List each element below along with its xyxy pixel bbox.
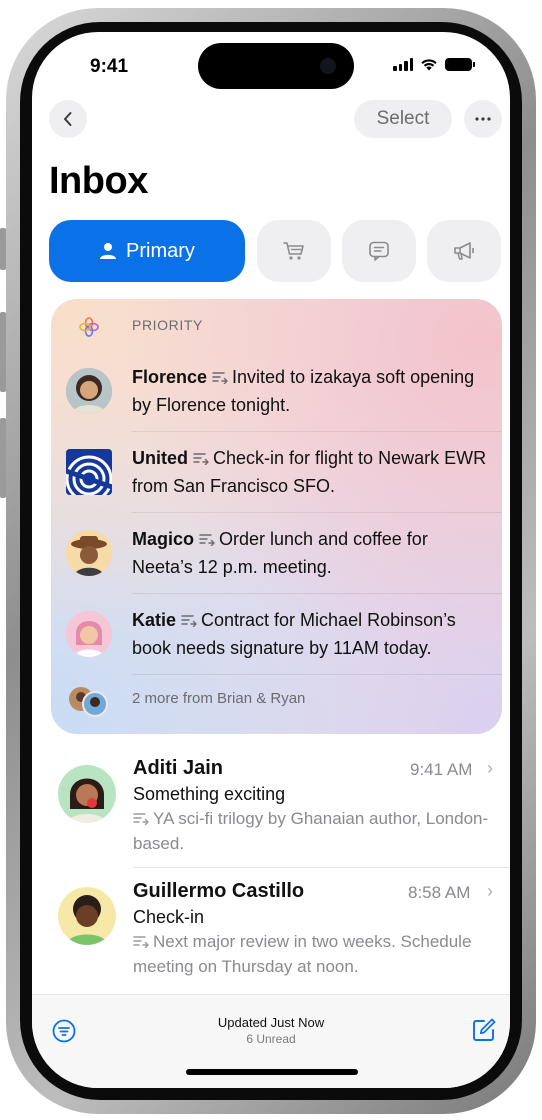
divider: [132, 593, 502, 594]
avatar-aditi: [58, 765, 116, 823]
priority-header: PRIORITY: [132, 317, 203, 333]
divider: [132, 674, 502, 675]
home-indicator: [186, 1069, 358, 1075]
more-button[interactable]: [464, 100, 502, 138]
priority-card: PRIORITY Florence Invited to izakaya soft…: [51, 299, 502, 734]
priority-sender: United: [132, 448, 188, 468]
priority-item[interactable]: Magico Order lunch and coffee for Neeta’s…: [132, 525, 492, 581]
signal-icon: [393, 58, 413, 71]
dynamic-island: [198, 43, 354, 89]
more-avatars: [68, 686, 110, 718]
compose-button[interactable]: [471, 1017, 497, 1048]
status-time: 9:41: [90, 56, 129, 77]
megaphone-icon: [454, 242, 474, 260]
mail-preview-text: YA sci-fi trilogy by Ghanaian author, Lo…: [133, 809, 489, 853]
ellipsis-icon: [475, 117, 491, 121]
volume-up-button: [0, 312, 6, 392]
battery-icon: [445, 58, 475, 71]
unread-count: 6 Unread: [246, 1032, 296, 1046]
chevron-right-icon: ›: [487, 758, 493, 778]
avatar-florence: [66, 368, 112, 414]
divider: [132, 512, 502, 513]
tab-primary[interactable]: Primary: [49, 220, 245, 282]
select-button[interactable]: Select: [354, 100, 452, 138]
page-title: Inbox: [49, 160, 148, 202]
volume-down-button: [0, 418, 6, 498]
update-status: Updated Just Now: [217, 1015, 325, 1030]
wifi-icon: [421, 59, 437, 71]
avatar-united-logo: [66, 449, 112, 495]
avatar-magico: [66, 530, 112, 576]
mail-preview: YA sci-fi trilogy by Ghanaian author, Lo…: [133, 806, 493, 856]
priority-sender: Katie: [132, 610, 177, 630]
tab-shopping[interactable]: [257, 220, 331, 282]
summary-icon: [199, 534, 215, 546]
avatar-guillermo: [58, 887, 116, 945]
priority-item[interactable]: Florence Invited to izakaya soft opening …: [132, 363, 492, 419]
priority-more-link[interactable]: 2 more from Brian & Ryan: [132, 690, 305, 707]
chevron-left-icon: [64, 112, 72, 126]
action-button: [0, 228, 6, 270]
bottom-toolbar: Updated Just Now 6 Unread: [32, 994, 510, 1088]
priority-item[interactable]: Katie Contract for Michael Robinson’s boo…: [132, 606, 492, 662]
tab-primary-label: Primary: [126, 239, 195, 262]
chevron-right-icon: ›: [487, 881, 493, 901]
mail-preview-text: Next major review in two weeks. Schedule…: [133, 932, 472, 976]
summary-icon: [193, 453, 209, 465]
divider: [133, 867, 510, 868]
mail-preview: Next major review in two weeks. Schedule…: [133, 929, 493, 979]
summary-icon: [133, 936, 149, 948]
mail-subject: Check-in: [133, 907, 205, 927]
divider: [132, 431, 502, 432]
priority-sender: Florence: [132, 367, 208, 387]
status-icons: [393, 58, 475, 71]
tab-transactions[interactable]: [342, 220, 416, 282]
apple-intelligence-icon: [79, 317, 99, 337]
mail-time: 9:41 AM: [410, 760, 473, 779]
compose-icon: [473, 1018, 496, 1041]
person-icon: [100, 243, 117, 259]
mail-time: 8:58 AM: [408, 883, 471, 902]
message-icon: [369, 241, 389, 261]
summary-icon: [212, 372, 228, 384]
screen: 9:41 Select Inbox Primary PRIORITY Flore…: [32, 32, 510, 1088]
summary-icon: [133, 813, 149, 825]
mail-subject: Something exciting: [133, 784, 286, 804]
priority-sender: Magico: [132, 529, 195, 549]
summary-icon: [181, 615, 197, 627]
back-button[interactable]: [49, 100, 87, 138]
avatar-katie: [66, 611, 112, 657]
tab-promotions[interactable]: [427, 220, 501, 282]
cart-icon: [283, 242, 304, 260]
priority-item[interactable]: United Check-in for flight to Newark EWR …: [132, 444, 492, 500]
